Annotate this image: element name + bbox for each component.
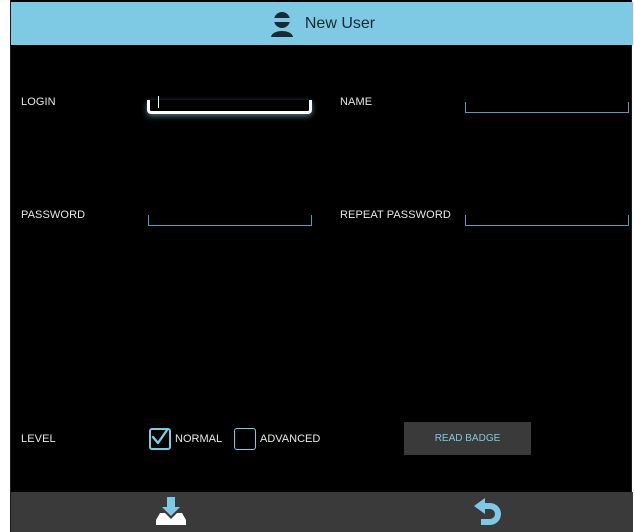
footer-bar bbox=[11, 492, 633, 532]
password-label: PASSWORD bbox=[21, 209, 86, 221]
text-caret bbox=[158, 96, 159, 108]
login-field[interactable] bbox=[147, 96, 312, 114]
repeat-password-field[interactable] bbox=[465, 215, 629, 226]
normal-checkbox[interactable] bbox=[149, 428, 171, 450]
new-user-window: New User LOGIN NAME PASSWORD REPEAT PASS… bbox=[10, 0, 633, 532]
name-label: NAME bbox=[340, 96, 373, 108]
header-bar: New User bbox=[11, 2, 633, 45]
download-tray-icon bbox=[154, 496, 188, 531]
name-field[interactable] bbox=[465, 102, 629, 113]
save-button[interactable] bbox=[153, 496, 189, 530]
page-title: New User bbox=[304, 14, 376, 32]
advanced-checkbox[interactable] bbox=[234, 428, 256, 450]
read-badge-button[interactable]: READ BADGE bbox=[404, 422, 531, 455]
normal-option-label[interactable]: NORMAL bbox=[175, 433, 222, 445]
user-icon bbox=[269, 10, 295, 38]
login-label: LOGIN bbox=[21, 96, 56, 108]
level-label: LEVEL bbox=[21, 433, 56, 445]
password-field[interactable] bbox=[148, 215, 312, 226]
back-button[interactable] bbox=[469, 496, 505, 530]
repeat-password-label: REPEAT PASSWORD bbox=[340, 209, 451, 221]
checkmark-icon bbox=[151, 428, 169, 451]
advanced-option-label[interactable]: ADVANCED bbox=[260, 433, 320, 445]
undo-arrow-icon bbox=[471, 495, 503, 532]
